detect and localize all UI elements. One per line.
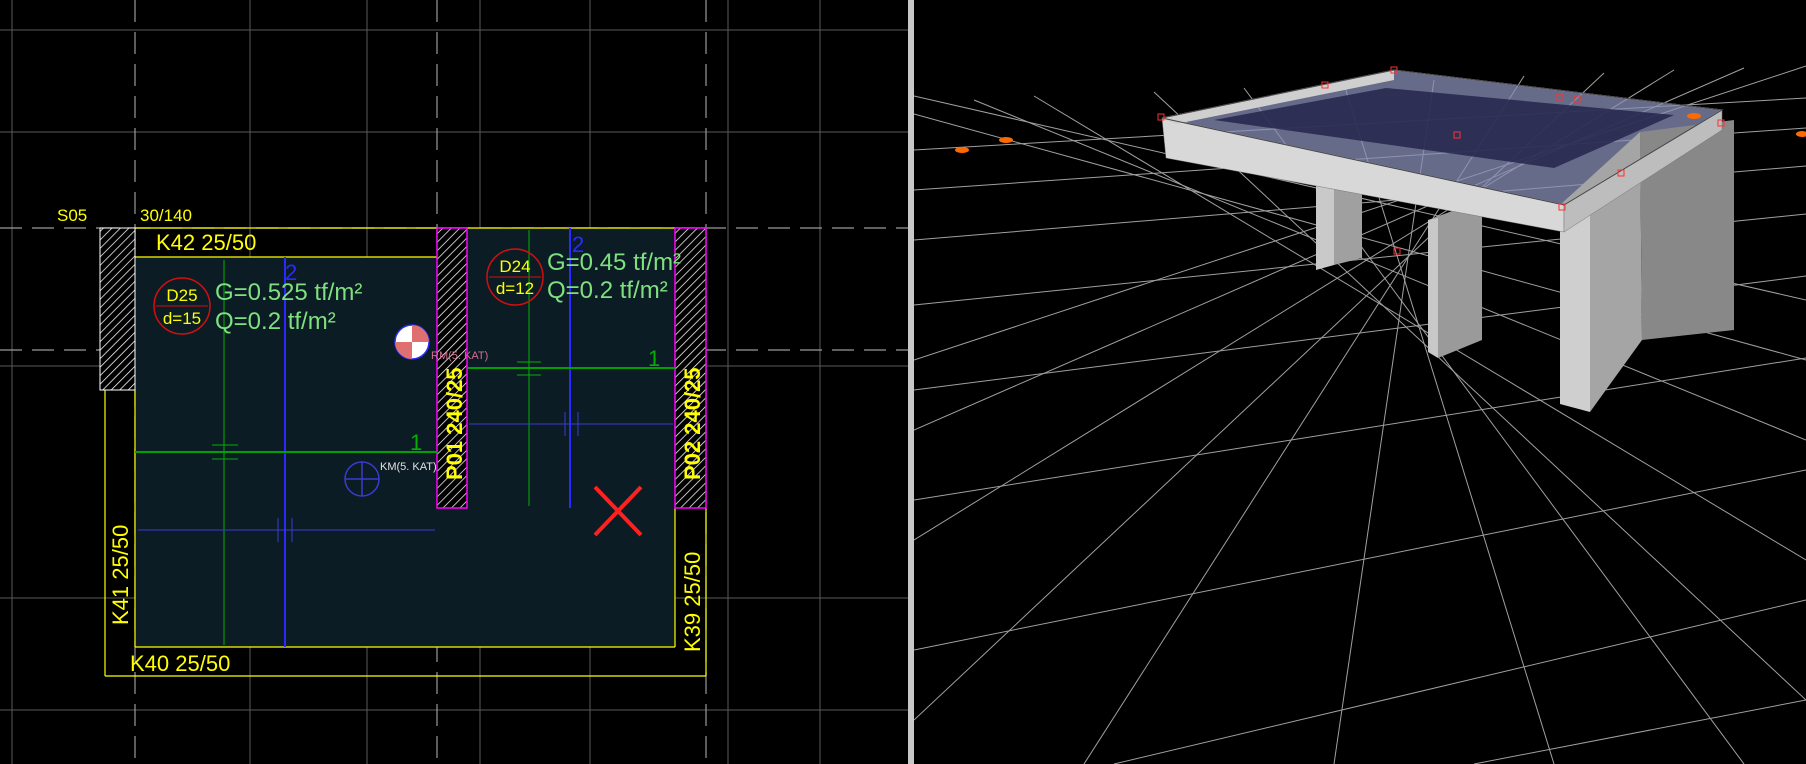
slab-d25-live-load: Q=0.2 tf/m² [215, 308, 336, 335]
slab-lower-area [437, 508, 675, 647]
slab-d25-axis-x: 1 [410, 430, 422, 455]
slab-d25-thickness: d=15 [163, 309, 201, 328]
3d-model[interactable] [1157, 66, 1734, 412]
beam-left-label: K41 25/50 [108, 525, 133, 625]
column-s05[interactable] [99, 227, 136, 391]
slab-d24-thickness: d=12 [496, 279, 534, 298]
beam-top-label: K42 25/50 [156, 230, 256, 255]
stiffness-center-icon[interactable] [344, 461, 380, 497]
mass-center-label: RM(5. KAT) [431, 350, 488, 362]
wall-p01-label: P01 240/25 [442, 367, 467, 480]
mass-center-icon[interactable] [394, 324, 430, 360]
stiffness-center-label: KM(5. KAT) [380, 461, 437, 473]
slab-d24-dead-load: G=0.45 tf/m² [547, 249, 681, 276]
slab-d24-axis-y: 2 [572, 232, 584, 257]
slab-d24-axis-x: 1 [648, 346, 660, 371]
column-size-label: 30/140 [140, 206, 192, 225]
slab-d25-axis-y: 2 [285, 260, 297, 285]
slab-d24-live-load: Q=0.2 tf/m² [547, 277, 668, 304]
slab-d24-id: D24 [499, 257, 530, 276]
plan-view-canvas[interactable]: S05 30/140 K42 25/50 K40 25/50 K41 25/50… [0, 0, 908, 764]
wall-p02-label: P02 240/25 [680, 367, 705, 480]
3d-view-canvas[interactable] [914, 0, 1806, 764]
slab-d25-id: D25 [166, 286, 197, 305]
beam-right-label: K39 25/50 [680, 552, 705, 652]
column-tag-label: S05 [57, 206, 87, 225]
beam-bottom-label: K40 25/50 [130, 651, 230, 676]
